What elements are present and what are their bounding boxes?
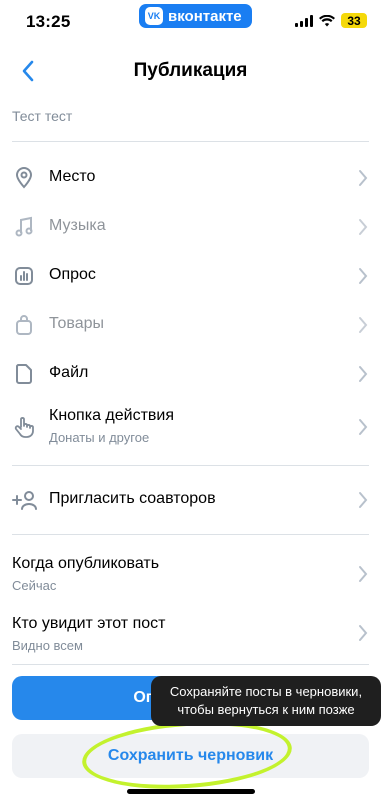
menu-item-music[interactable]: Музыка xyxy=(0,205,381,249)
publish-time-row[interactable]: Когда опубликовать Сейчас xyxy=(0,548,381,600)
menu-item-file[interactable]: Файл xyxy=(0,352,381,396)
hand-pointer-icon xyxy=(12,415,36,439)
music-icon xyxy=(12,215,36,239)
wifi-icon xyxy=(319,14,335,26)
publish-time-value: Сейчас xyxy=(12,578,57,593)
location-icon xyxy=(12,166,36,190)
vk-app-badge[interactable]: VK вконтакте xyxy=(139,4,252,28)
status-time: 13:25 xyxy=(26,12,71,31)
menu-item-action-button[interactable]: Кнопка действия Донаты и другое xyxy=(0,401,381,453)
vk-app-badge-label: вконтакте xyxy=(168,7,242,25)
nav-bar: Публикация xyxy=(0,48,381,94)
publish-time-label: Когда опубликовать xyxy=(12,555,160,572)
menu-item-goods-label: Товары xyxy=(49,315,105,332)
menu-item-music-label: Музыка xyxy=(49,217,106,234)
divider xyxy=(12,664,369,665)
chevron-right-icon xyxy=(359,170,368,186)
status-bar: 13:25 VK вконтакте 33 xyxy=(0,0,381,40)
divider xyxy=(12,465,369,466)
menu-item-poll[interactable]: Опрос xyxy=(0,254,381,298)
visibility-label: Кто увидит этот пост xyxy=(12,615,166,632)
menu-item-place[interactable]: Место xyxy=(0,156,381,200)
file-icon xyxy=(12,362,36,386)
post-text-field[interactable]: Тест тест xyxy=(12,108,72,124)
chevron-right-icon xyxy=(359,219,368,235)
save-draft-button[interactable]: Сохранить черновик xyxy=(12,734,369,778)
chevron-right-icon xyxy=(359,268,368,284)
visibility-value: Видно всем xyxy=(12,638,83,653)
chevron-right-icon xyxy=(359,625,368,641)
invite-coauthors-label: Пригласить соавторов xyxy=(49,490,216,507)
menu-item-action-button-label: Кнопка действия xyxy=(49,407,175,424)
menu-item-poll-label: Опрос xyxy=(49,266,96,283)
draft-tooltip: Сохраняйте посты в черновики, чтобы верн… xyxy=(151,676,381,726)
menu-item-action-button-subtitle: Донаты и другое xyxy=(49,430,150,445)
chevron-right-icon xyxy=(359,566,368,582)
menu-item-file-label: Файл xyxy=(49,364,89,381)
chevron-right-icon xyxy=(359,419,368,435)
home-indicator xyxy=(127,789,255,794)
visibility-row[interactable]: Кто увидит этот пост Видно всем xyxy=(0,607,381,659)
page-title: Публикация xyxy=(133,60,248,81)
cellular-signal-icon xyxy=(295,14,313,27)
battery-indicator: 33 xyxy=(341,13,367,28)
chevron-right-icon xyxy=(359,317,368,333)
divider xyxy=(12,534,369,535)
vk-logo-icon: VK xyxy=(145,7,163,25)
divider xyxy=(12,141,369,142)
chevron-right-icon xyxy=(359,492,368,508)
menu-item-goods[interactable]: Товары xyxy=(0,303,381,347)
poll-icon xyxy=(12,264,36,288)
chevron-right-icon xyxy=(359,366,368,382)
menu-item-place-label: Место xyxy=(49,168,96,185)
bag-icon xyxy=(12,313,36,337)
invite-coauthors-row[interactable]: Пригласить соавторов xyxy=(0,478,381,522)
add-user-icon xyxy=(12,488,38,512)
status-indicators: 33 xyxy=(295,13,367,28)
